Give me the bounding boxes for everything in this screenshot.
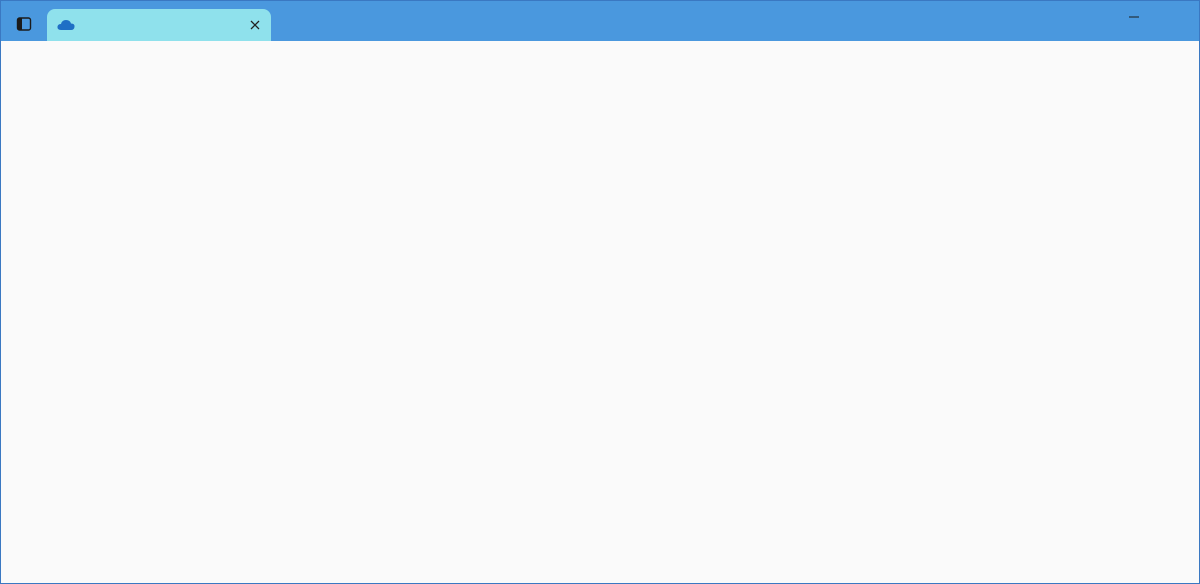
close-icon (250, 20, 260, 30)
new-tab-button[interactable] (277, 12, 299, 34)
browser-window (0, 0, 1200, 584)
browser-tab-active[interactable] (47, 9, 271, 41)
title-bar (1, 1, 1199, 41)
onedrive-cloud-icon (57, 20, 75, 30)
tab-close-button[interactable] (245, 15, 265, 35)
tab-actions-icon (16, 17, 32, 31)
tab-actions-button[interactable] (9, 10, 39, 38)
